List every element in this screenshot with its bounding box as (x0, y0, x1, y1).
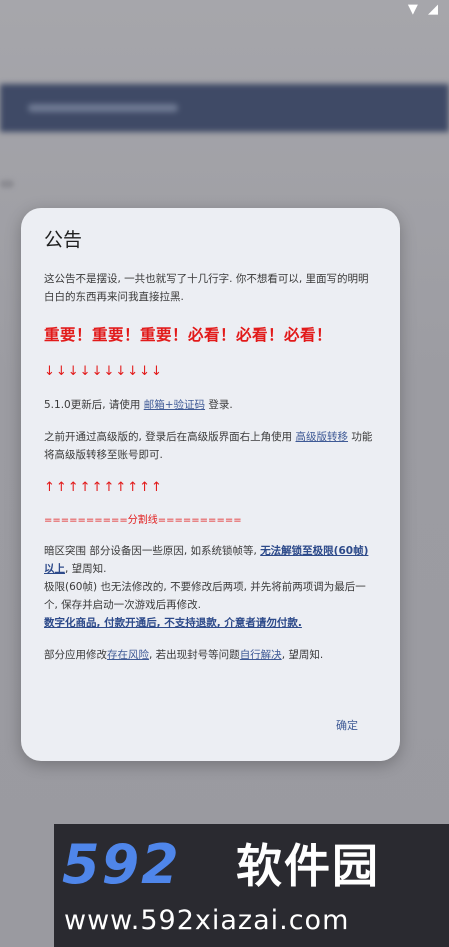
premium-transfer-link[interactable]: 高级版转移 (296, 431, 349, 443)
confirm-button[interactable]: 确定 (336, 717, 358, 733)
risk-notice: 部分应用修改存在风险, 若出现封号等问题自行解决, 望周知. (44, 646, 378, 664)
self-resolve-link[interactable]: 自行解决 (240, 649, 282, 661)
watermark-url: www.592xiazai.com (64, 905, 350, 936)
announcement-dialog: 公告 这公告不是摆设, 一共也就写了十几行字. 你不想看可以, 里面写的明明白白… (21, 208, 400, 761)
migrate-notice: 之前开通过高级版的, 登录后在高级版界面右上角使用 高级版转移 功能将高级版转移… (44, 428, 378, 464)
crash-notice-pre: 暗区突围 部分设备因一些原因, 如系统锁帧等, (44, 545, 261, 557)
watermark-logo: 592 (62, 833, 181, 896)
risk-link[interactable]: 存在风险 (107, 649, 149, 661)
crash-notice-post: , 望周知. (65, 563, 107, 575)
down-arrows: ↓↓↓↓↓↓↓↓↓↓ (44, 364, 163, 379)
dialog-title: 公告 (44, 229, 83, 251)
intro-text: 这公告不是摆设, 一共也就写了十几行字. 你不想看可以, 里面写的明明白白的东西… (44, 273, 369, 303)
watermark-banner: 592 软件园 www.592xiazai.com (54, 824, 449, 947)
risk-notice-pre: 部分应用修改 (44, 649, 107, 661)
limit-notice: 极限(60帧) 也无法修改的, 不要修改后两项, 并先将前两项调为最后一个, 保… (44, 581, 366, 611)
update-notice-pre: 5.1.0更新后, 请使用 (44, 399, 144, 411)
update-notice-post: 登录. (205, 399, 233, 411)
up-arrows: ↑↑↑↑↑↑↑↑↑↑ (44, 480, 163, 495)
background-element (0, 180, 14, 188)
divider-line: ==========分割线========== (44, 515, 242, 526)
email-code-link[interactable]: 邮箱+验证码 (144, 399, 205, 411)
crash-notice: 暗区突围 部分设备因一些原因, 如系统锁帧等, 无法解锁至极限(60帧)以上, … (44, 542, 378, 578)
important-heading: 重要！重要！重要！必看！必看！必看！ (44, 326, 333, 344)
risk-notice-mid: , 若出现封号等问题 (149, 649, 240, 661)
digital-goods-link[interactable]: 数字化商品, 付款开通后, 不支持退款, 介意者请勿付款. (44, 617, 302, 629)
digital-goods-notice: 数字化商品, 付款开通后, 不支持退款, 介意者请勿付款. (44, 614, 378, 632)
risk-notice-post: , 望周知. (281, 649, 324, 661)
update-notice: 5.1.0更新后, 请使用 邮箱+验证码 登录. (44, 396, 378, 414)
migrate-notice-pre: 之前开通过高级版的, 登录后在高级版界面右上角使用 (44, 431, 296, 443)
status-bar-icons: ▼ ◢ (407, 2, 441, 17)
background-toolbar (0, 84, 449, 132)
watermark-brand: 软件园 (236, 839, 380, 893)
